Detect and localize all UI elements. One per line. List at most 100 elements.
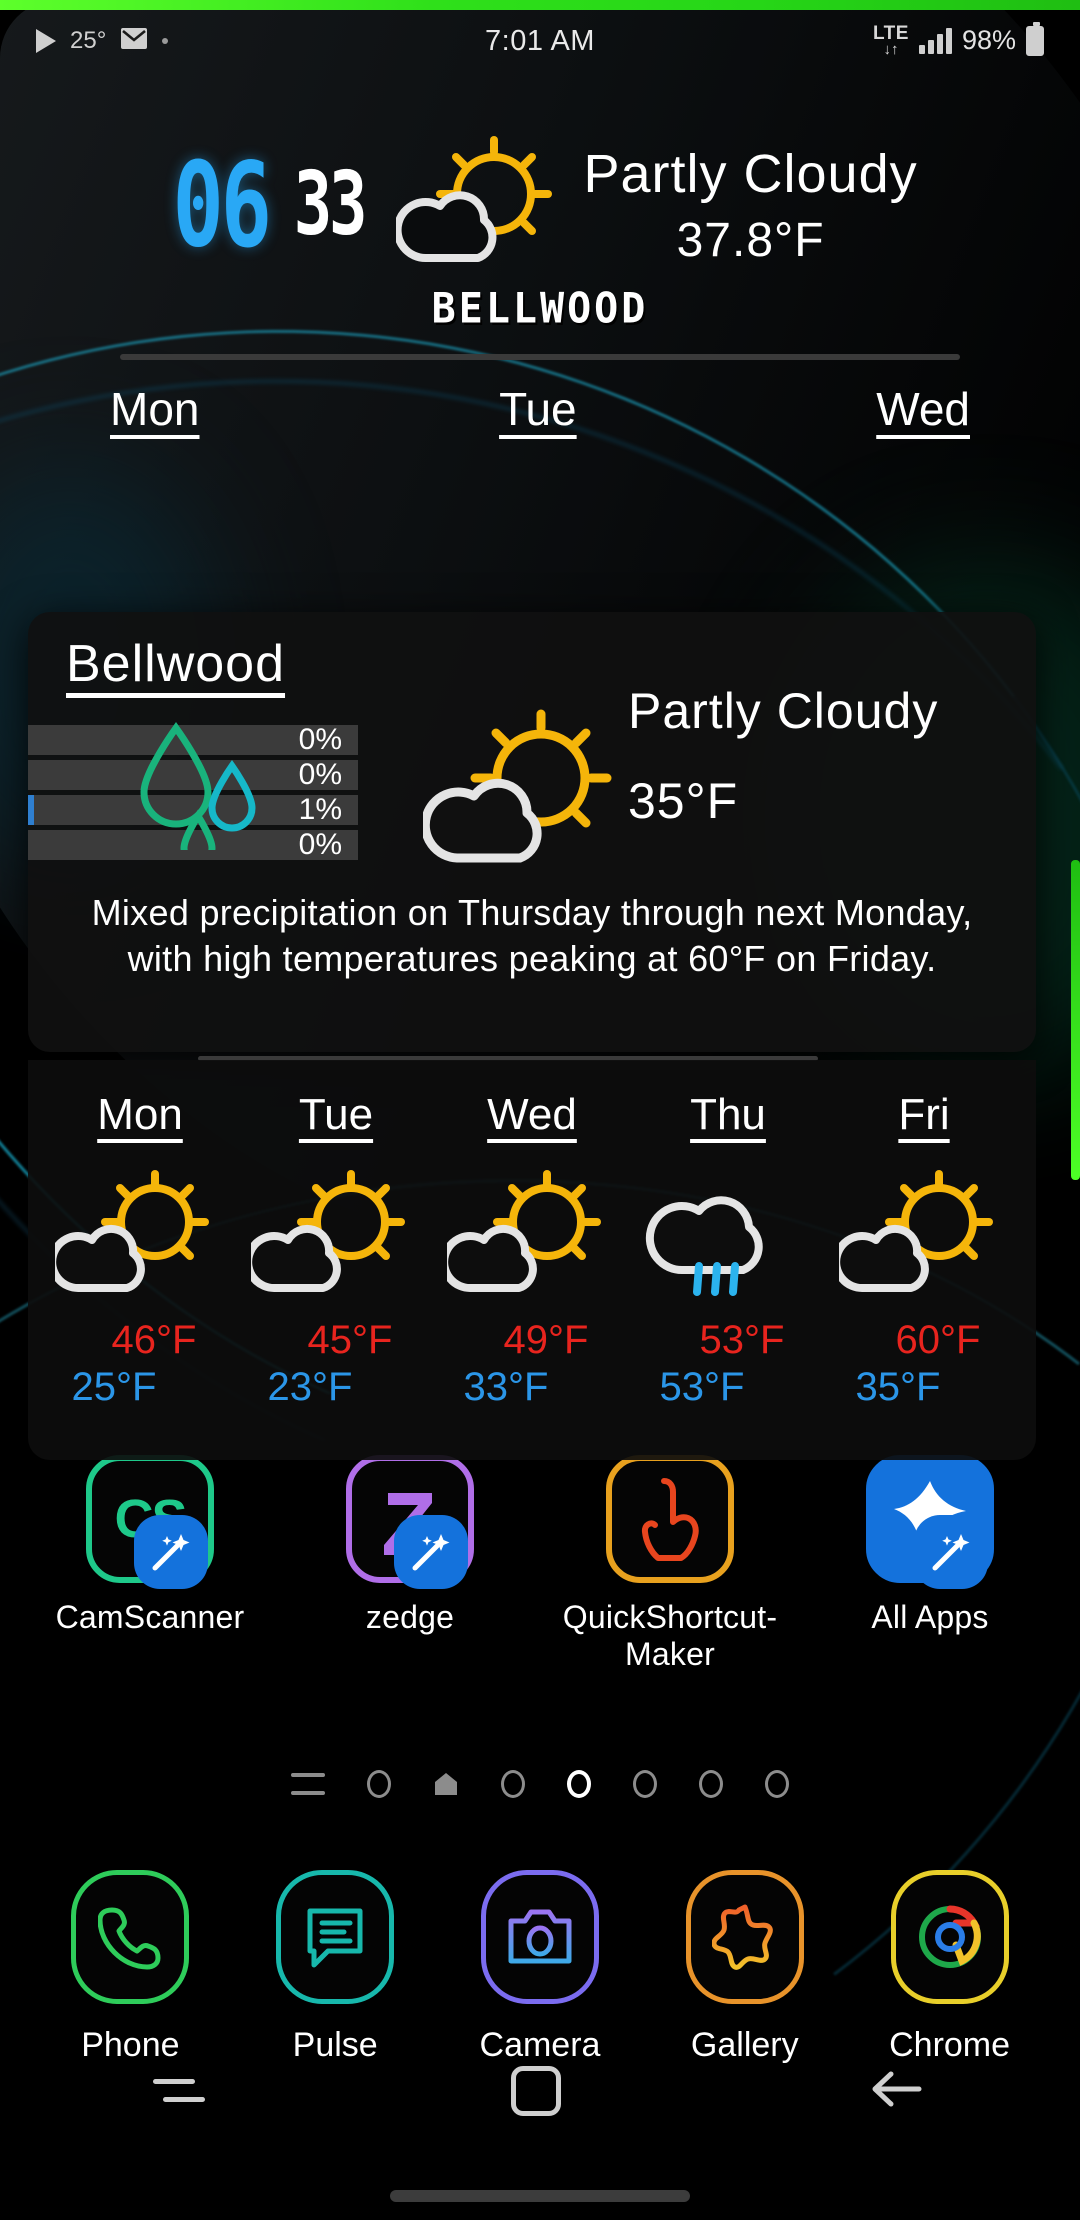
forecast-high: 49°F — [437, 1318, 627, 1363]
forecast-day-label: Thu — [690, 1090, 766, 1139]
forecast-low: 25°F — [45, 1365, 235, 1410]
forecast-high: 45°F — [241, 1318, 431, 1363]
forecast-low: 35°F — [829, 1365, 1019, 1410]
forecast-low-value: 25°F — [71, 1365, 157, 1409]
app-quickshortcutmaker[interactable]: QuickShortcut-Maker — [555, 1455, 785, 1673]
precip-value: 0% — [298, 758, 342, 791]
play-icon — [36, 29, 56, 53]
gesture-handle[interactable] — [390, 2190, 690, 2202]
phone-icon — [71, 1870, 190, 2004]
forecast-high-value: 46°F — [111, 1318, 197, 1362]
status-clock: 7:01 AM — [485, 24, 595, 57]
forecast-high: 60°F — [829, 1318, 1019, 1363]
precip-value: 0% — [298, 723, 342, 756]
forecast-high: 53°F — [633, 1318, 823, 1363]
clock-minutes: 33 — [293, 154, 367, 256]
chrome-icon — [890, 1870, 1009, 2004]
lte-icon: LTE ↓↑ — [873, 24, 909, 58]
screen-edge-lighting-right — [1071, 860, 1080, 1180]
forecast-day-column[interactable]: Tue 45°F 23°F — [241, 1090, 431, 1460]
page-dot[interactable] — [367, 1770, 391, 1798]
magic-wand-badge — [394, 1515, 468, 1589]
app-drawer-menu-icon[interactable] — [291, 1773, 325, 1795]
lte-arrows: ↓↑ — [883, 40, 899, 58]
status-bar[interactable]: 25° 7:01 AM LTE ↓↑ 98% — [0, 10, 1080, 72]
magic-wand-badge — [914, 1515, 988, 1589]
partly-cloudy-icon — [440, 1166, 617, 1306]
precip-value: 0% — [298, 828, 342, 861]
forecast-low-value: 23°F — [267, 1365, 353, 1409]
widget-day-tue[interactable]: Tue — [499, 382, 577, 436]
back-arrow-icon[interactable] — [867, 2064, 927, 2119]
forecast-low-value: 33°F — [463, 1365, 549, 1409]
forecast-day-label: Wed — [487, 1090, 577, 1139]
page-dot[interactable] — [699, 1770, 723, 1798]
page-dot[interactable] — [765, 1770, 789, 1798]
forecast-high-value: 45°F — [307, 1318, 393, 1362]
rain-cloud-icon — [643, 1166, 813, 1306]
home-square-icon[interactable] — [511, 2066, 561, 2116]
forecast-day-column[interactable]: Mon 46°F 25°F — [45, 1090, 235, 1460]
forecast-low: 23°F — [241, 1365, 431, 1410]
widget-city: BELLWOOD — [431, 284, 649, 334]
popup-weather-icon — [420, 702, 623, 882]
page-dot[interactable] — [633, 1770, 657, 1798]
forecast-popup[interactable]: Bellwood 0% 0% 1% 0% Partly Cloudy 35°F … — [28, 612, 1036, 1061]
popup-temperature: 35°F — [628, 773, 739, 829]
partly-cloudy-icon — [832, 1166, 1009, 1306]
forecast-low-value: 35°F — [855, 1365, 941, 1409]
app-label: CamScanner — [55, 1599, 245, 1635]
popup-description: Mixed precipitation on Thursday through … — [91, 892, 973, 980]
app-camscanner[interactable]: CS CamScanner — [35, 1455, 265, 1673]
forecast-day-column[interactable]: Thu 53°F 53°F — [633, 1090, 823, 1460]
app-label: All Apps — [871, 1599, 989, 1635]
zedge-icon[interactable] — [346, 1455, 474, 1589]
home-page-icon[interactable] — [433, 1771, 459, 1797]
battery-percent: 98% — [961, 25, 1016, 56]
page-dot[interactable] — [501, 1770, 525, 1798]
forecast-high-value: 60°F — [895, 1318, 981, 1362]
widget-day-mon[interactable]: Mon — [110, 382, 199, 436]
camscanner-icon[interactable]: CS — [86, 1455, 214, 1589]
precip-value: 1% — [298, 793, 342, 826]
clock-hours: 06 — [172, 136, 272, 274]
forecast-high: 46°F — [45, 1318, 235, 1363]
app-zedge[interactable]: zedge — [295, 1455, 525, 1673]
page-indicator[interactable] — [0, 1770, 1080, 1798]
widget-day-wed[interactable]: Wed — [876, 382, 970, 436]
status-temperature: 25° — [70, 27, 107, 54]
app-label: QuickShortcut-Maker — [562, 1599, 778, 1672]
forecast-low: 53°F — [633, 1365, 823, 1410]
popup-condition: Partly Cloudy — [628, 683, 939, 739]
forecast-high-value: 49°F — [503, 1318, 589, 1362]
mail-icon — [120, 26, 148, 57]
screen-edge-lighting — [0, 0, 1080, 10]
app-all-apps[interactable]: All Apps — [815, 1455, 1045, 1673]
gallery-icon — [685, 1870, 804, 2004]
partly-cloudy-icon — [48, 1166, 225, 1306]
app-label: zedge — [365, 1599, 455, 1635]
forecast-day-label: Fri — [898, 1090, 950, 1139]
widget-day-row: Mon Tue Wed — [0, 382, 1080, 436]
quickshortcutmaker-icon[interactable] — [606, 1455, 734, 1583]
widget-divider — [120, 354, 960, 360]
forecast-day-column[interactable]: Fri 60°F 35°F — [829, 1090, 1019, 1460]
camera-icon — [480, 1870, 599, 2004]
raindrop-icon — [128, 720, 288, 866]
page-dot-active[interactable] — [567, 1770, 591, 1798]
forecast-low-value: 53°F — [659, 1365, 745, 1409]
navigation-bar[interactable] — [0, 2036, 1080, 2146]
forecast-day-row[interactable]: Mon 46°F 25°F Tue 45°F 23°F Wed 49°F 33°… — [28, 1060, 1036, 1460]
forecast-low: 33°F — [437, 1365, 627, 1410]
signal-bars-icon — [918, 27, 952, 54]
battery-icon — [1026, 21, 1044, 56]
recents-icon[interactable] — [153, 2071, 205, 2111]
forecast-day-label: Tue — [298, 1090, 374, 1139]
messages-icon — [276, 1870, 395, 2004]
widget-temperature: 37.8°F — [676, 213, 825, 267]
all-apps-icon[interactable] — [866, 1455, 994, 1589]
forecast-day-column[interactable]: Wed 49°F 33°F — [437, 1090, 627, 1460]
widget-condition: Partly Cloudy — [583, 143, 918, 204]
forecast-high-value: 53°F — [699, 1318, 785, 1362]
clock-weather-widget[interactable]: 06 33 Partly Cloudy 37.8°F BELLWOOD Mon … — [0, 130, 1080, 436]
